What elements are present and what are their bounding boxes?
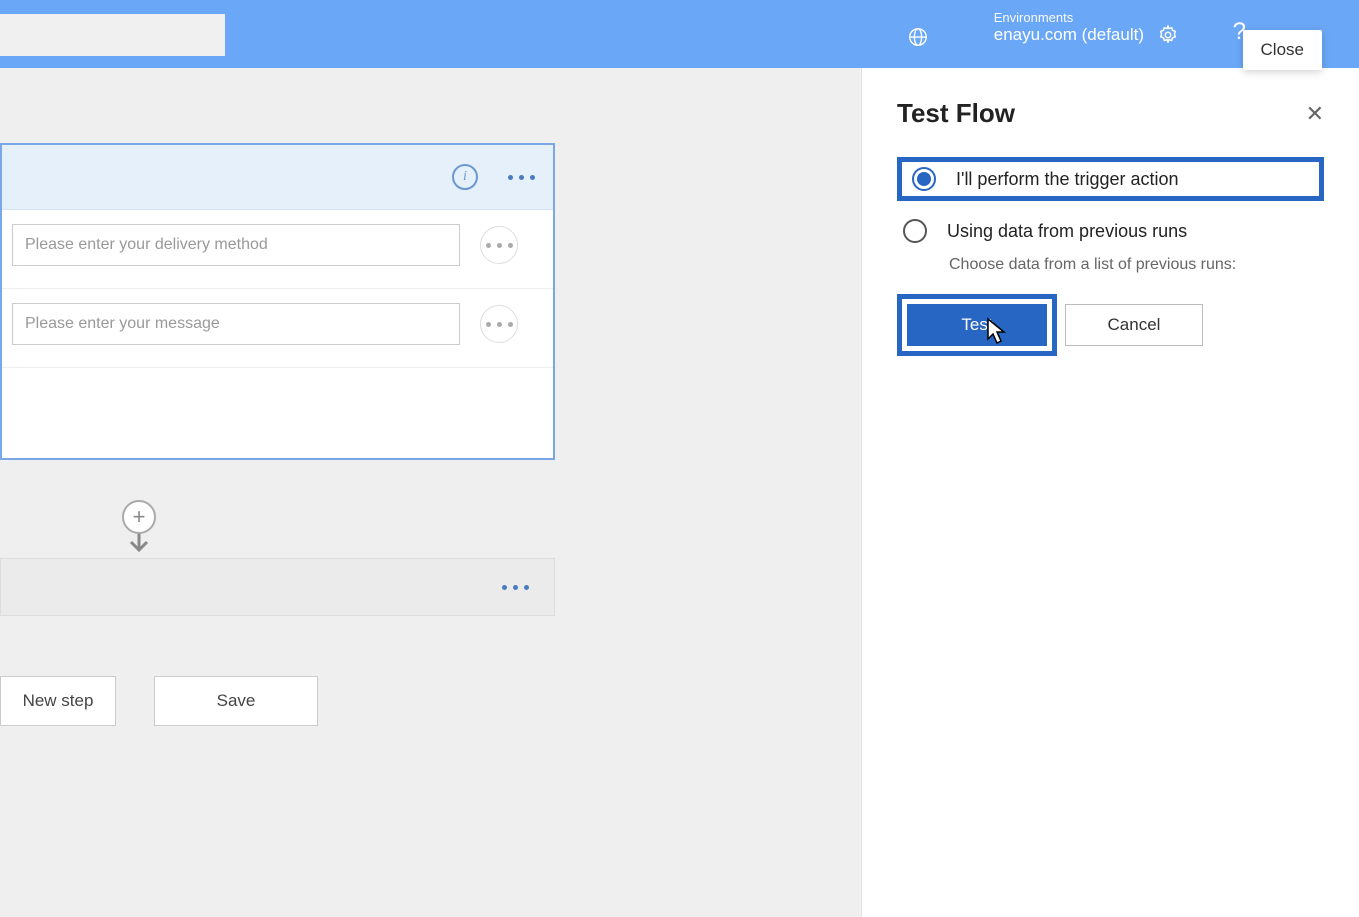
test-flow-panel: Test Flow ✕ I'll perform the trigger act… (861, 68, 1359, 917)
option-label: Using data from previous runs (947, 221, 1187, 242)
radio-icon (903, 219, 927, 243)
radio-icon (912, 167, 936, 191)
delivery-method-input[interactable] (12, 224, 460, 266)
more-icon[interactable] (502, 585, 529, 590)
input-more-icon[interactable] (480, 226, 518, 264)
add-step-button[interactable]: + (122, 500, 156, 534)
trigger-card-footer (2, 368, 553, 458)
cancel-button[interactable]: Cancel (1065, 304, 1203, 346)
panel-header: Test Flow ✕ (897, 98, 1324, 129)
action-card-collapsed[interactable] (0, 558, 555, 616)
app-header: Environments enayu.com (default) ? Close (0, 0, 1359, 68)
flow-canvas: i + New ste (0, 68, 860, 917)
gear-icon[interactable] (1157, 24, 1179, 51)
info-icon[interactable]: i (452, 164, 478, 190)
trigger-card-header: i (2, 145, 553, 210)
environment-name: enayu.com (default) (994, 25, 1144, 45)
trigger-card-body (2, 210, 553, 458)
globe-icon (907, 26, 929, 53)
input-more-icon[interactable] (480, 305, 518, 343)
input-row (2, 210, 553, 289)
option-label: I'll perform the trigger action (956, 169, 1179, 190)
test-button[interactable]: Test (907, 304, 1047, 346)
environment-label: Environments (994, 10, 1144, 25)
new-step-button[interactable]: New step (0, 676, 116, 726)
panel-title: Test Flow (897, 98, 1015, 129)
radio-perform-trigger[interactable]: I'll perform the trigger action (897, 157, 1324, 201)
save-button[interactable]: Save (154, 676, 318, 726)
canvas-footer-buttons: New step Save (0, 676, 318, 726)
radio-previous-runs[interactable]: Using data from previous runs (897, 211, 1324, 251)
message-input[interactable] (12, 303, 460, 345)
more-icon[interactable] (508, 175, 535, 180)
previous-runs-description: Choose data from a list of previous runs… (949, 256, 1324, 274)
close-tooltip: Close (1243, 30, 1322, 70)
panel-button-row: Test Cancel (897, 294, 1324, 356)
close-icon[interactable]: ✕ (1306, 101, 1324, 127)
test-button-highlight: Test (897, 294, 1057, 356)
environment-picker[interactable]: Environments enayu.com (default) (994, 10, 1144, 45)
search-input[interactable] (0, 14, 225, 56)
input-row (2, 289, 553, 368)
trigger-card[interactable]: i (0, 143, 555, 460)
